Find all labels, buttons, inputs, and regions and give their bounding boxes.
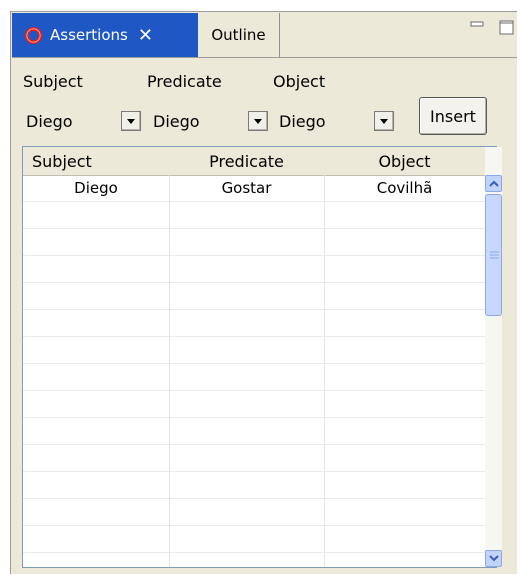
table-row[interactable] — [23, 256, 485, 283]
table-row[interactable]: Diego Gostar Covilhã — [23, 175, 485, 202]
predicate-combo-value: Diego — [153, 111, 200, 131]
minimize-icon[interactable] — [470, 20, 484, 34]
subject-label: Subject — [23, 72, 83, 91]
maximize-icon[interactable] — [499, 20, 514, 35]
column-header-object[interactable]: Object — [324, 147, 486, 176]
scroll-down-button[interactable] — [485, 550, 502, 567]
column-divider — [169, 175, 170, 567]
assertions-ring-icon — [24, 26, 43, 44]
insert-button[interactable]: Insert — [419, 97, 487, 135]
predicate-label: Predicate — [147, 72, 222, 91]
subject-combo-value: Diego — [26, 111, 73, 131]
column-header-predicate-label: Predicate — [209, 151, 284, 171]
table-row[interactable] — [23, 337, 485, 364]
column-header-object-label: Object — [378, 151, 431, 171]
table-row[interactable] — [23, 310, 485, 337]
chevron-up-icon — [488, 180, 499, 187]
cell-subject: Diego — [74, 179, 118, 197]
tab-outline[interactable]: Outline — [198, 13, 280, 57]
table-row[interactable] — [23, 499, 485, 526]
tab-assertions[interactable]: Assertions ✕ — [12, 13, 198, 57]
chevron-down-icon[interactable] — [374, 111, 394, 131]
tab-outline-label: Outline — [211, 26, 266, 44]
cell-object: Covilhã — [376, 179, 433, 197]
table-row[interactable] — [23, 364, 485, 391]
object-combo-value: Diego — [279, 111, 326, 131]
column-header-subject-label: Subject — [32, 151, 92, 171]
column-header-subject[interactable]: Subject — [23, 147, 179, 176]
table-row[interactable] — [23, 445, 485, 472]
column-divider — [324, 175, 325, 567]
table-row[interactable] — [23, 202, 485, 229]
table-row[interactable] — [23, 229, 485, 256]
close-icon[interactable]: ✕ — [138, 25, 153, 46]
table-row[interactable] — [23, 553, 485, 567]
column-header-predicate[interactable]: Predicate — [169, 147, 325, 176]
scroll-up-button[interactable] — [485, 175, 502, 192]
table-row[interactable] — [23, 391, 485, 418]
table-row[interactable] — [23, 418, 485, 445]
object-label: Object — [273, 72, 326, 91]
object-combo[interactable]: Diego — [276, 109, 396, 133]
tab-assertions-label: Assertions — [50, 26, 128, 44]
subject-combo[interactable]: Diego — [23, 109, 143, 133]
table-row[interactable] — [23, 526, 485, 553]
chevron-down-icon[interactable] — [121, 111, 141, 131]
table-row[interactable] — [23, 283, 485, 310]
grip-icon — [490, 251, 499, 259]
table-row[interactable] — [23, 472, 485, 499]
assertions-table[interactable]: Subject Predicate Object Diego Gostar Co… — [22, 146, 497, 568]
chevron-down-icon[interactable] — [248, 111, 268, 131]
predicate-combo[interactable]: Diego — [150, 109, 270, 133]
chevron-down-icon — [488, 555, 499, 562]
tab-strip-divider — [12, 57, 517, 58]
insert-button-label: Insert — [430, 106, 476, 126]
cell-predicate: Gostar — [221, 179, 272, 197]
scrollbar-thumb[interactable] — [485, 194, 502, 316]
